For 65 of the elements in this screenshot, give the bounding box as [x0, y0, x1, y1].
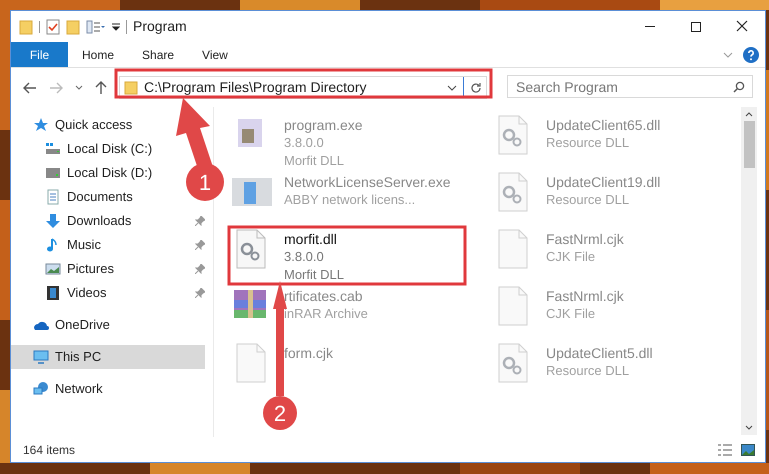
back-arrow-icon[interactable]: [23, 82, 37, 94]
folder-icon: [124, 80, 138, 94]
window-title: Program: [133, 17, 187, 36]
refresh-icon[interactable]: [470, 82, 482, 94]
sidebar-item[interactable]: Videos: [11, 281, 111, 305]
file-name[interactable]: FastNrml.cjk: [546, 230, 624, 248]
file-name[interactable]: UpdateClient65.dll: [546, 116, 660, 134]
checklist-icon[interactable]: [46, 18, 60, 34]
sidebar-item[interactable]: Local Disk (C:): [11, 137, 156, 161]
file-name[interactable]: morfit.dll: [284, 230, 344, 248]
folder-icon[interactable]: [19, 18, 33, 34]
file-name[interactable]: form.cjk: [284, 344, 333, 362]
sidebar-item[interactable]: Local Disk (D:): [11, 161, 156, 185]
file-detail: inRAR Archive: [284, 305, 368, 323]
number-badge: 2: [263, 396, 297, 430]
caret-icon[interactable]: [75, 84, 83, 90]
file-detail: CJK File: [546, 305, 596, 323]
scrollbar[interactable]: [741, 107, 757, 435]
pin-icon[interactable]: [195, 288, 205, 298]
file-detail: CJK File: [546, 248, 596, 266]
file-name[interactable]: rtificates.cab: [284, 287, 368, 305]
search-icon[interactable]: [733, 81, 745, 94]
file-detail: 3.8.0.0: [284, 134, 325, 152]
sidebar-item[interactable]: Quick access: [11, 113, 136, 137]
pin-icon[interactable]: [195, 240, 205, 250]
pin-icon[interactable]: [195, 216, 205, 226]
file-detail: ABBY network licens...: [284, 191, 416, 209]
help-icon[interactable]: [743, 46, 759, 62]
details-view-icon[interactable]: [717, 442, 733, 456]
properties-icon[interactable]: [86, 20, 106, 34]
folder-path: C:\Program Files\Program Directory: [144, 78, 366, 97]
ribbon-tab[interactable]: View: [188, 42, 242, 67]
number-badge: 1: [186, 163, 224, 201]
file-name[interactable]: NetworkLicenseServer.exe: [284, 173, 451, 191]
tiles-view-icon[interactable]: [741, 444, 755, 456]
item-count: 164 items: [23, 442, 76, 458]
file-name[interactable]: FastNrml.cjk: [546, 287, 624, 305]
sidebar-item[interactable]: Downloads: [11, 209, 136, 233]
sidebar-item[interactable]: OneDrive: [11, 313, 114, 337]
file-detail: Resource DLL: [546, 191, 630, 209]
sidebar-item[interactable]: Network: [11, 377, 107, 401]
chevron-icon[interactable]: [723, 52, 733, 58]
sidebar-item[interactable]: This PC: [11, 345, 205, 369]
caret-icon[interactable]: [447, 84, 457, 90]
scroll-thumb[interactable]: [744, 121, 754, 168]
file-detail: Morfit DLL: [284, 152, 345, 170]
ribbon-tab[interactable]: Share: [128, 42, 188, 67]
file-name[interactable]: program.exe: [284, 116, 363, 134]
dropdown-icon[interactable]: [112, 22, 120, 32]
up-arrow-icon[interactable]: [95, 80, 107, 94]
pin-icon[interactable]: [195, 264, 205, 274]
forward-arrow-icon[interactable]: [49, 82, 63, 94]
sidebar-item[interactable]: Pictures: [11, 257, 118, 281]
file-detail: Resource DLL: [546, 134, 630, 152]
sidebar-item[interactable]: Documents: [11, 185, 137, 209]
file-detail: Morfit DLL: [284, 266, 344, 284]
address-bar[interactable]: C:\Program Files\Program Directory: [119, 76, 487, 99]
ribbon-tab[interactable]: Home: [68, 42, 128, 67]
sidebar-item[interactable]: Music: [11, 233, 105, 257]
file-detail: Resource DLL: [546, 362, 630, 380]
folder-icon[interactable]: [66, 18, 80, 34]
file-name[interactable]: UpdateClient5.dll: [546, 344, 653, 362]
file-name[interactable]: UpdateClient19.dll: [546, 173, 660, 191]
file-detail: 3.8.0.0: [284, 248, 325, 266]
search-field[interactable]: Search Program: [507, 75, 753, 98]
